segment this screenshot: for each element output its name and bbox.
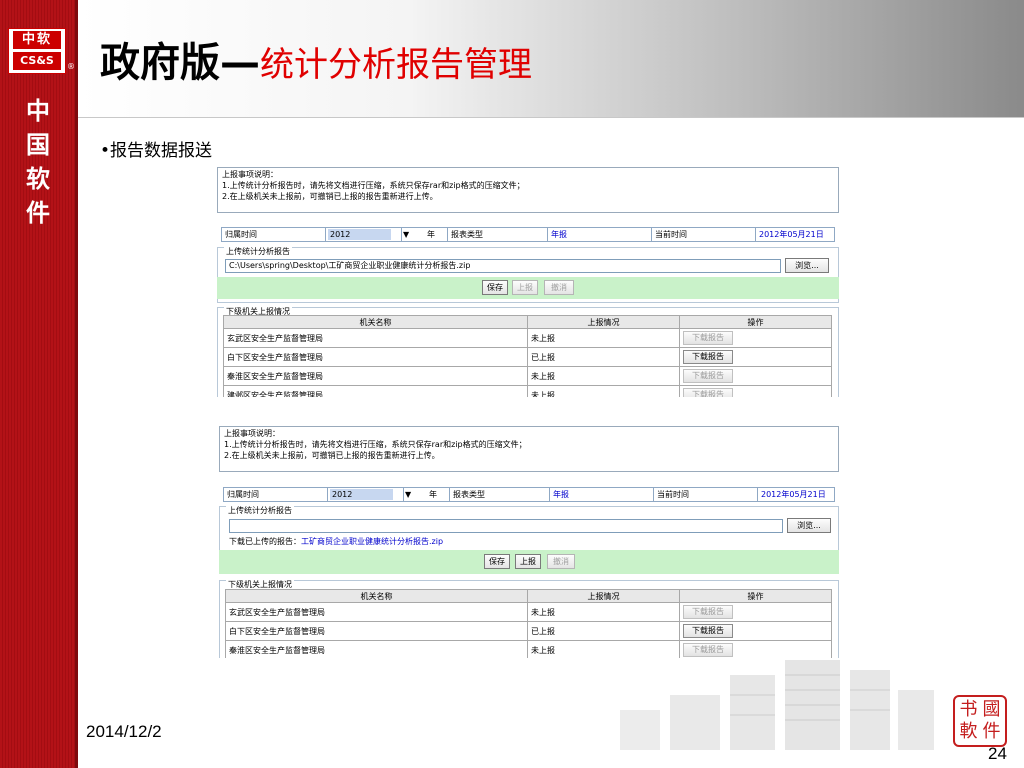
table-header-row: 机关名称 上报情况 操作 — [223, 315, 832, 329]
dropdown-arrow-icon[interactable]: ▼ — [402, 228, 424, 241]
agency-name: 白下区安全生产监督管理局 — [225, 621, 528, 641]
seal-char: 國 — [982, 699, 1001, 720]
upload-title: 上传统计分析报告 — [226, 506, 294, 516]
agency-name: 建邺区安全生产监督管理局 — [223, 385, 528, 397]
current-time-value: 2012年05月21日 — [759, 230, 824, 239]
notice-title: 上报事项说明： — [224, 429, 280, 438]
report-info-row: 归属时间 2012 ▼ 年 报表类型 年报 当前时间 2012年05月21日 — [223, 487, 835, 502]
downloaded-report: 下载已上传的报告：工矿商贸企业职业健康统计分析报告.zip — [229, 536, 443, 548]
notice-line-1: 1.上传统计分析报告时，请先将文档进行压缩，系统只保存rar和zip格式的压缩文… — [222, 181, 525, 190]
report-type-value: 年报 — [548, 228, 652, 241]
header-status: 上报情况 — [527, 589, 680, 603]
year-select[interactable]: 2012 — [326, 228, 402, 241]
notice-box: 上报事项说明： 1.上传统计分析报告时，请先将文档进行压缩，系统只保存rar和z… — [217, 167, 839, 213]
report-status: 未上报 — [527, 328, 680, 348]
download-report-button[interactable]: 下载报告 — [683, 369, 733, 383]
header-status: 上报情况 — [527, 315, 680, 329]
year-value: 2012 — [330, 230, 351, 239]
submit-button[interactable]: 上报 — [515, 554, 541, 569]
current-time-value: 2012年05月21日 — [761, 490, 826, 499]
subordinate-table: 机关名称 上报情况 操作 玄武区安全生产监督管理局 未上报 下载报告 白下区安全… — [223, 315, 832, 397]
registered-mark: ® — [67, 62, 75, 71]
buildings-illustration — [620, 660, 934, 750]
report-status: 未上报 — [527, 602, 680, 622]
report-type-label: 报表类型 — [448, 228, 548, 241]
seal-stamp: 书 國 軟 件 — [953, 695, 1007, 747]
logo-bottom-text: CS&S — [13, 52, 61, 70]
header-action: 操作 — [679, 315, 832, 329]
year-unit: 年 — [424, 228, 448, 241]
seal-char: 书 — [959, 699, 978, 720]
upload-title: 上传统计分析报告 — [224, 247, 292, 257]
download-report-button[interactable]: 下载报告 — [683, 605, 733, 619]
download-report-button[interactable]: 下载报告 — [683, 624, 733, 638]
table-header-row: 机关名称 上报情况 操作 — [225, 589, 832, 603]
report-info-row: 归属时间 2012 ▼ 年 报表类型 年报 当前时间 2012年05月21日 — [221, 227, 835, 242]
download-report-button[interactable]: 下载报告 — [683, 331, 733, 345]
browse-button[interactable]: 浏览... — [785, 258, 829, 273]
header-agency: 机关名称 — [223, 315, 528, 329]
table-row: 白下区安全生产监督管理局 已上报 下载报告 — [225, 621, 832, 641]
save-button[interactable]: 保存 — [482, 280, 508, 295]
browse-button[interactable]: 浏览... — [787, 518, 831, 533]
revoke-button[interactable]: 撤消 — [547, 554, 575, 569]
table-row: 白下区安全生产监督管理局 已上报 下载报告 — [223, 347, 832, 367]
notice-box: 上报事项说明： 1.上传统计分析报告时，请先将文档进行压缩，系统只保存rar和z… — [219, 426, 839, 472]
revoke-button[interactable]: 撤消 — [544, 280, 574, 295]
report-type-label: 报表类型 — [450, 488, 550, 501]
agency-name: 玄武区安全生产监督管理局 — [223, 328, 528, 348]
notice-line-2: 2.在上级机关未上报前，可撤销已上报的报告重新进行上传。 — [222, 192, 438, 201]
file-path-input[interactable]: C:\Users\spring\Desktop\工矿商贸企业职业健康统计分析报告… — [225, 259, 781, 273]
table-row: 玄武区安全生产监督管理局 未上报 下载报告 — [223, 328, 832, 348]
table-row: 秦淮区安全生产监督管理局 未上报 下载报告 — [223, 366, 832, 386]
report-status: 已上报 — [527, 347, 680, 367]
report-status: 未上报 — [527, 366, 680, 386]
slide-date: 2014/12/2 — [86, 722, 162, 741]
year-select[interactable]: 2012 — [328, 488, 404, 501]
period-label: 归属时间 — [224, 488, 328, 501]
agency-name: 玄武区安全生产监督管理局 — [225, 602, 528, 622]
download-report-button[interactable]: 下载报告 — [683, 388, 733, 397]
title-sub: 统计分析报告管理 — [260, 45, 532, 85]
notice-line-1: 1.上传统计分析报告时，请先将文档进行压缩，系统只保存rar和zip格式的压缩文… — [224, 440, 527, 449]
current-time-label: 当前时间 — [652, 228, 756, 241]
header-agency: 机关名称 — [225, 589, 528, 603]
notice-line-2: 2.在上级机关未上报前，可撤销已上报的报告重新进行上传。 — [224, 451, 440, 460]
screenshot-panel-before: 上报事项说明： 1.上传统计分析报告时，请先将文档进行压缩，系统只保存rar和z… — [213, 165, 843, 397]
notice-title: 上报事项说明： — [222, 170, 278, 179]
current-time-label: 当前时间 — [654, 488, 758, 501]
header-action: 操作 — [679, 589, 832, 603]
file-path-input[interactable] — [229, 519, 783, 533]
title-bar: 政府版—统计分析报告管理 — [78, 0, 1024, 118]
report-type-value: 年报 — [550, 488, 654, 501]
year-value: 2012 — [332, 490, 353, 499]
logo-top-text: 中软 — [13, 31, 61, 49]
title-main: 政府版— — [100, 40, 260, 86]
screenshot-panel-after: 上报事项说明： 1.上传统计分析报告时，请先将文档进行压缩，系统只保存rar和z… — [215, 424, 843, 658]
seal-char: 件 — [982, 721, 1001, 742]
agency-name: 白下区安全生产监督管理局 — [223, 347, 528, 367]
slide-title: 政府版—统计分析报告管理 — [100, 30, 532, 88]
year-unit: 年 — [426, 488, 450, 501]
downloaded-file-link[interactable]: 工矿商贸企业职业健康统计分析报告.zip — [301, 537, 443, 546]
agency-name: 秦淮区安全生产监督管理局 — [225, 640, 528, 658]
table-row: 玄武区安全生产监督管理局 未上报 下载报告 — [225, 602, 832, 622]
report-status: 未上报 — [527, 385, 680, 397]
brand-sidebar: 中软 CS&S ® 中国软件 — [0, 0, 78, 768]
company-logo: 中软 CS&S — [8, 28, 66, 74]
bullet-heading: •报告数据报送 — [100, 141, 213, 161]
page-number: 24 — [988, 744, 1007, 763]
submit-button[interactable]: 上报 — [512, 280, 538, 295]
downloaded-label: 下载已上传的报告： — [229, 537, 301, 546]
vertical-brand-text: 中国软件 — [26, 96, 50, 227]
table-row: 建邺区安全生产监督管理局 未上报 下载报告 — [223, 385, 832, 397]
download-report-button[interactable]: 下载报告 — [683, 350, 733, 364]
report-status: 已上报 — [527, 621, 680, 641]
period-label: 归属时间 — [222, 228, 326, 241]
agency-name: 秦淮区安全生产监督管理局 — [223, 366, 528, 386]
seal-char: 軟 — [959, 721, 978, 742]
dropdown-arrow-icon[interactable]: ▼ — [404, 488, 426, 501]
save-button[interactable]: 保存 — [484, 554, 510, 569]
